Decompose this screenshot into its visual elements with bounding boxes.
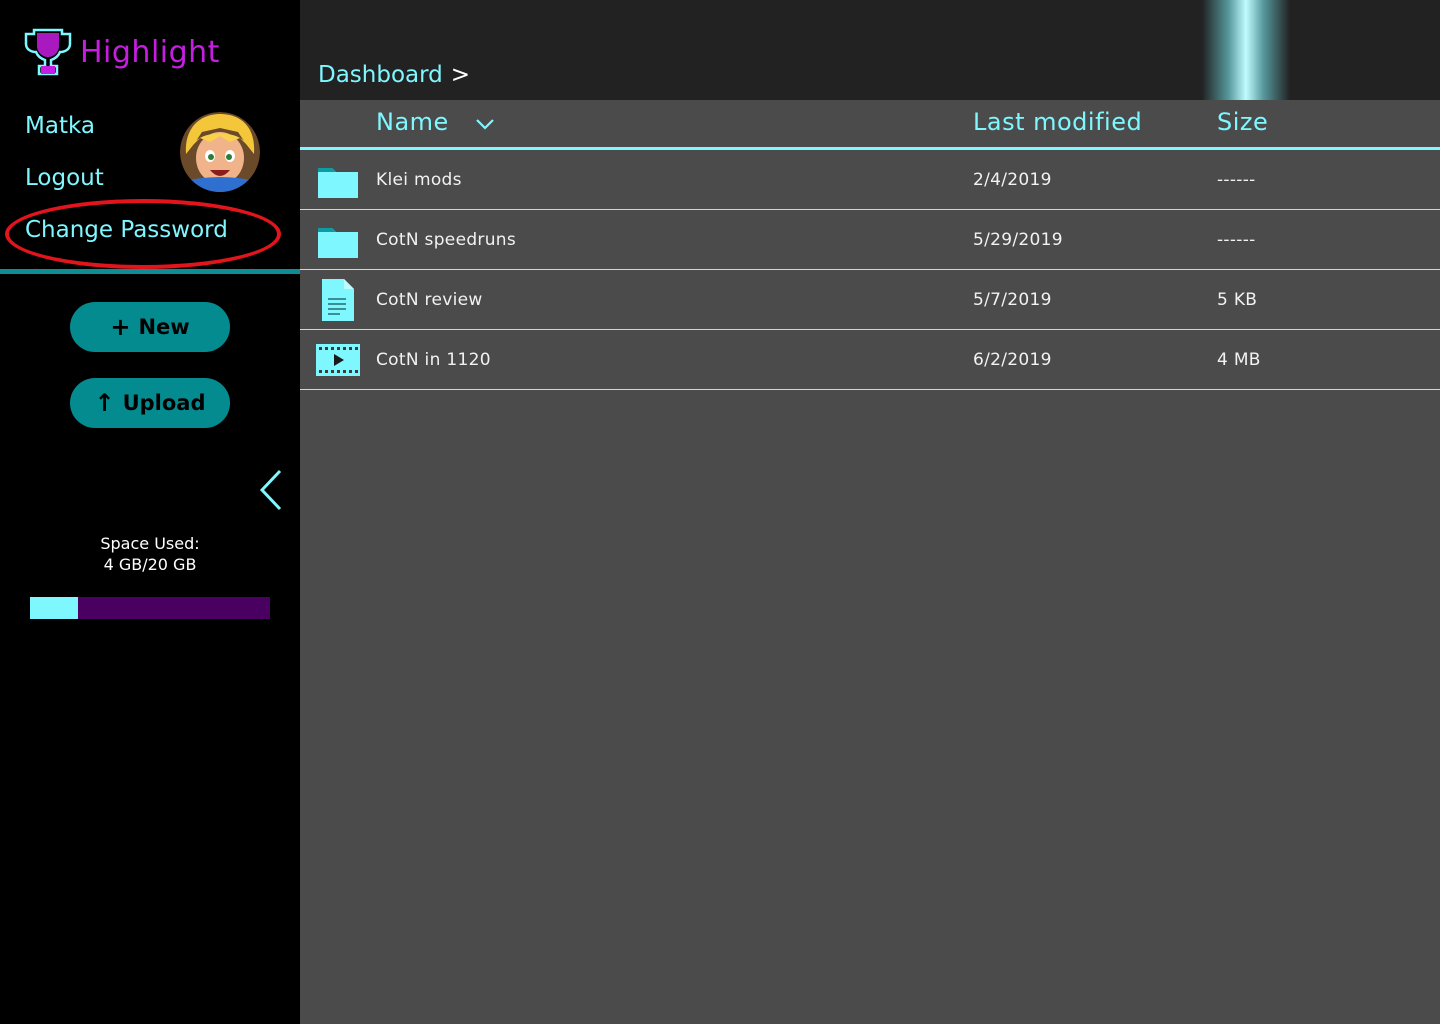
breadcrumb-item-dashboard[interactable]: Dashboard [318,62,443,88]
file-size: ------ [1217,230,1256,250]
space-used-label: Space Used: [100,534,200,553]
storage-progress-fill [30,597,78,619]
table-row[interactable]: CotN in 1120 6/2/2019 4 MB [300,330,1440,390]
upload-button-label: Upload [122,391,206,415]
avatar[interactable] [180,112,260,192]
sidebar: Highlight Matka Logout Change Password +… [0,0,300,1024]
app-logo[interactable]: Highlight [24,26,220,78]
username-link[interactable]: Matka [25,113,95,139]
file-modified: 5/29/2019 [973,230,1063,250]
column-header-last-modified[interactable]: Last modified [973,108,1142,136]
storage-progress-bar [30,597,270,619]
table-row[interactable]: CotN speedruns 5/29/2019 ------ [300,210,1440,270]
trophy-icon [24,28,72,76]
change-password-link[interactable]: Change Password [25,217,228,243]
logout-link[interactable]: Logout [25,165,104,191]
new-button-label: New [138,315,190,339]
new-button[interactable]: + New [70,302,230,352]
plus-icon: + [110,313,131,341]
file-name: CotN review [376,290,483,310]
file-name: CotN in 1120 [376,350,491,370]
upload-button[interactable]: ↑ Upload [70,378,230,428]
table-row[interactable]: Klei mods 2/4/2019 ------ [300,150,1440,210]
document-icon [322,279,354,321]
folder-icon [318,168,358,198]
sidebar-divider [0,269,300,274]
arrow-up-icon: ↑ [94,389,115,417]
file-modified: 2/4/2019 [973,170,1052,190]
file-modified: 5/7/2019 [973,290,1052,310]
app-name: Highlight [80,34,220,70]
top-bar: Dashboard > [300,0,1440,100]
column-header-name[interactable]: Name [376,108,449,136]
file-size: 4 MB [1217,350,1261,370]
space-used-value: 4 GB/20 GB [103,555,197,574]
column-header-size[interactable]: Size [1217,108,1268,136]
file-name: Klei mods [376,170,462,190]
collapse-sidebar-chevron-icon[interactable] [256,468,286,512]
main-content: Dashboard > Name Last modified Size Klei… [300,0,1440,1024]
breadcrumb-separator: > [450,62,471,88]
video-icon [316,344,360,376]
file-modified: 6/2/2019 [973,350,1052,370]
file-size: ------ [1217,170,1256,190]
table-row[interactable]: CotN review 5/7/2019 5 KB [300,270,1440,330]
folder-icon [318,228,358,258]
file-table-header: Name Last modified Size [300,100,1440,150]
chevron-down-icon[interactable] [475,117,495,131]
decorative-glow [1202,0,1290,100]
breadcrumb: Dashboard > [318,62,470,88]
file-size: 5 KB [1217,290,1258,310]
file-name: CotN speedruns [376,230,517,250]
